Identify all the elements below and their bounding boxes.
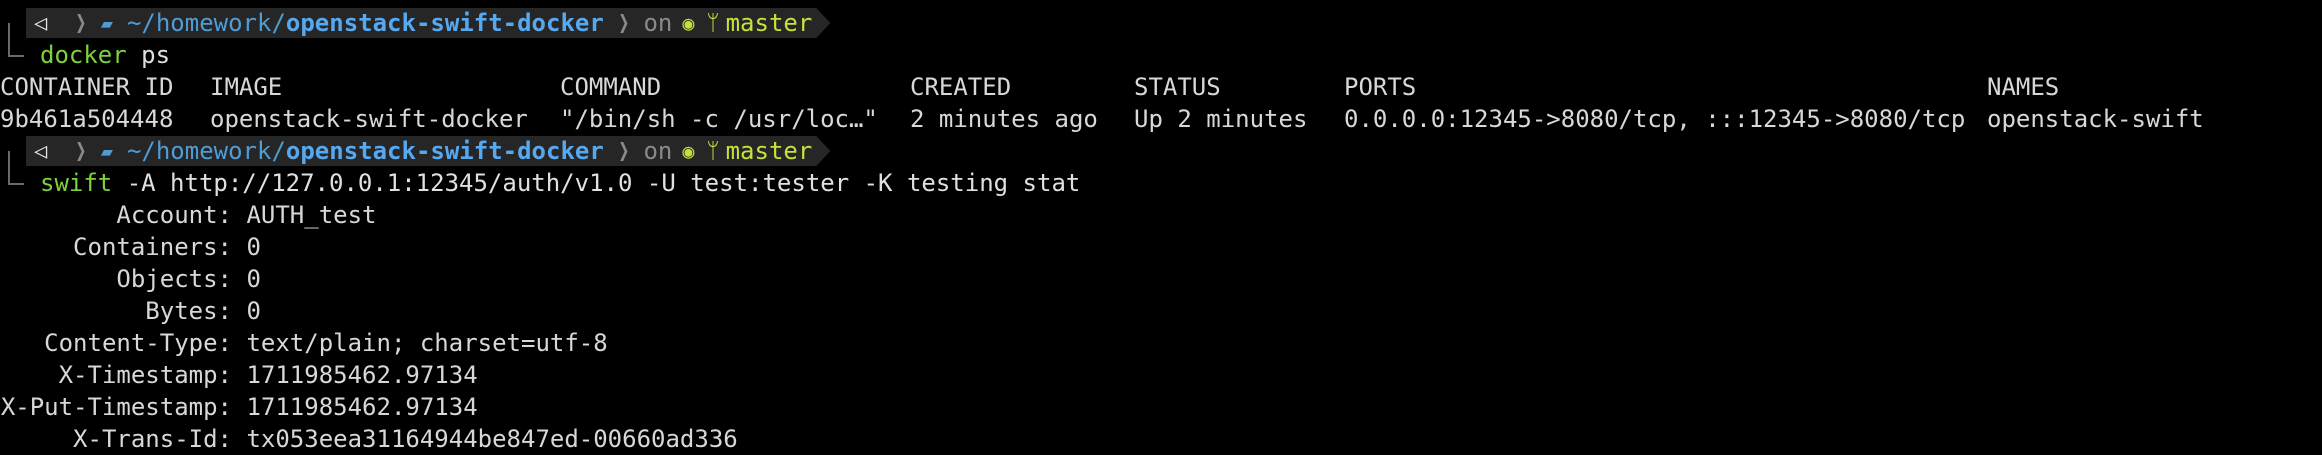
- command-args: ps: [126, 41, 171, 69]
- stat-row: Objects: 0: [0, 263, 261, 295]
- stat-row: X-Timestamp: 1711985462.97134: [0, 359, 478, 391]
- prompt-rail-vertical: [8, 23, 10, 57]
- stat-value: 0: [246, 233, 261, 261]
- table-header: CONTAINER ID: [0, 73, 174, 101]
- stat-key: X-Timestamp:: [58, 361, 232, 389]
- prompt-segments: ◁ ❯ ▰ ~/homework/openstack-swift-docker …: [26, 136, 830, 166]
- stat-row: Content-Type: text/plain; charset=utf-8: [0, 327, 608, 359]
- table-header: CREATED: [910, 73, 1012, 101]
- command-args: -A http://127.0.0.1:12345/auth/v1.0 -U t…: [112, 169, 1081, 197]
- table-header: PORTS: [1344, 73, 1417, 101]
- prompt-rail-horizontal: [8, 55, 24, 57]
- folder-icon: ▰: [100, 139, 113, 163]
- table-cell: 9b461a504448: [0, 105, 174, 133]
- stat-row: Containers: 0: [0, 231, 261, 263]
- github-octocat-icon: ◉: [682, 11, 695, 35]
- chevron-right-icon: ❯: [618, 8, 630, 38]
- stat-row: Account: AUTH_test: [0, 199, 377, 231]
- path-repo: openstack-swift-docker: [285, 9, 604, 37]
- stat-row: X-Put-Timestamp: 1711985462.97134: [0, 391, 478, 423]
- table-header: NAMES: [1987, 73, 2060, 101]
- table-header: IMAGE: [210, 73, 283, 101]
- table-cell: 2 minutes ago: [910, 105, 1098, 133]
- stat-key: Content-Type:: [44, 329, 232, 357]
- prompt-rail-vertical: [8, 151, 10, 185]
- prompt-bar-1: ◁ ❯ ▰ ~/homework/openstack-swift-docker …: [0, 6, 900, 57]
- branch-name: master: [725, 137, 813, 165]
- on-label: on: [643, 9, 673, 37]
- stat-value: 1711985462.97134: [246, 393, 478, 421]
- table-cell: openstack-swift: [1987, 105, 2204, 133]
- stat-value: tx053eea31164944be847ed-00660ad336: [246, 425, 738, 453]
- stat-value: AUTH_test: [246, 201, 377, 229]
- apple-logo-icon: ◁: [34, 138, 48, 164]
- stat-key: X-Put-Timestamp:: [0, 393, 232, 421]
- stat-key: Bytes:: [145, 297, 232, 325]
- stat-key: Containers:: [73, 233, 232, 261]
- path-prefix: ~/homework/: [126, 9, 286, 37]
- path-repo: openstack-swift-docker: [285, 137, 604, 165]
- stat-row: X-Trans-Id: tx053eea31164944be847ed-0066…: [0, 423, 738, 455]
- chevron-right-icon: ❯: [75, 136, 87, 166]
- stat-value: 0: [246, 265, 261, 293]
- stat-key: X-Trans-Id:: [73, 425, 232, 453]
- stat-key: Account:: [116, 201, 232, 229]
- command-program: swift: [40, 169, 113, 197]
- table-cell: "/bin/sh -c /usr/loc…": [560, 105, 878, 133]
- command-line-2: swift -A http://127.0.0.1:12345/auth/v1.…: [40, 167, 1080, 199]
- table-cell: openstack-swift-docker: [210, 105, 528, 133]
- chevron-right-icon: ❯: [75, 8, 87, 38]
- stat-value: 0: [246, 297, 261, 325]
- prompt-bar-2: ◁ ❯ ▰ ~/homework/openstack-swift-docker …: [0, 134, 900, 185]
- prompt-rail-horizontal: [8, 183, 24, 185]
- git-branch-icon: ᛘ: [706, 138, 720, 164]
- stat-row: Bytes: 0: [0, 295, 261, 327]
- github-octocat-icon: ◉: [682, 139, 695, 163]
- prompt-segments: ◁ ❯ ▰ ~/homework/openstack-swift-docker …: [26, 8, 830, 38]
- on-label: on: [643, 137, 673, 165]
- stat-value: text/plain; charset=utf-8: [246, 329, 608, 357]
- table-header: COMMAND: [560, 73, 662, 101]
- command-program: docker: [40, 41, 127, 69]
- command-line-1: docker ps: [40, 39, 170, 71]
- table-cell: Up 2 minutes: [1134, 105, 1308, 133]
- branch-name: master: [725, 9, 813, 37]
- stat-value: 1711985462.97134: [246, 361, 478, 389]
- table-header: STATUS: [1134, 73, 1221, 101]
- folder-icon: ▰: [100, 11, 113, 35]
- path-prefix: ~/homework/: [126, 137, 286, 165]
- stat-key: Objects:: [116, 265, 232, 293]
- git-branch-icon: ᛘ: [706, 10, 720, 36]
- table-cell: 0.0.0.0:12345->8080/tcp, :::12345->8080/…: [1344, 105, 1966, 133]
- chevron-right-icon: ❯: [618, 136, 630, 166]
- apple-logo-icon: ◁: [34, 10, 48, 36]
